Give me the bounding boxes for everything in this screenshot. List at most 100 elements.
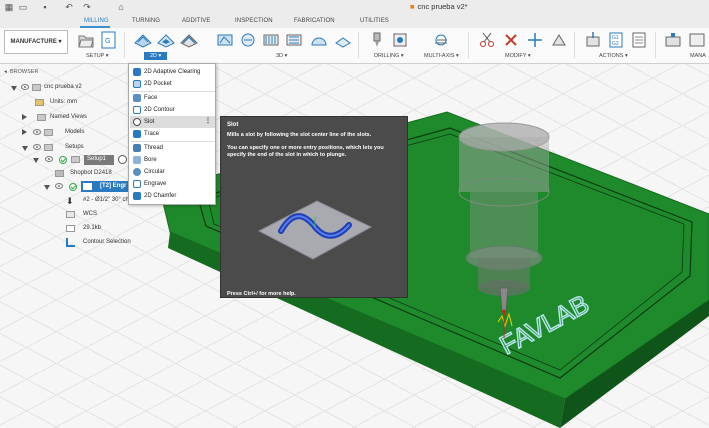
tree-item-label: Units: mm xyxy=(50,99,77,105)
tab-utilities[interactable]: UTILITIES xyxy=(360,18,389,24)
pocket-3d-icon[interactable] xyxy=(239,31,257,49)
expand-chevron-icon[interactable] xyxy=(22,114,27,120)
actions-group-dropdown[interactable]: ACTIONS ▾ xyxy=(599,53,628,59)
contour-3d-icon[interactable] xyxy=(285,31,303,49)
menu-item-2d-contour[interactable]: 2D Contour xyxy=(130,104,215,116)
tree-item-setup1[interactable]: Setup1 xyxy=(0,154,130,166)
pocket-icon xyxy=(133,80,141,88)
flat-3d-icon[interactable] xyxy=(334,31,352,49)
menu-item-slot[interactable]: Slot ⋮ xyxy=(130,116,215,128)
drill-icon[interactable] xyxy=(368,31,386,49)
post-process-icon[interactable]: G1G2 xyxy=(607,31,625,49)
tooltip-detail: You can specify one or more entry positi… xyxy=(227,145,384,158)
quick-access-bar: ▦ ▭ ▪ ↶ ↷ ⌂ ■ cnc prueba v2* xyxy=(0,0,709,14)
tree-item-wcs[interactable]: WCS xyxy=(0,209,120,221)
ribbon-separator xyxy=(358,32,359,58)
drill-hole-icon[interactable] xyxy=(391,31,409,49)
collapse-icon[interactable]: ◂ xyxy=(4,69,7,75)
template-library-icon[interactable] xyxy=(688,31,706,49)
tree-item-units[interactable]: Units: mm xyxy=(0,97,120,109)
scissors-icon[interactable] xyxy=(478,31,496,49)
pattern-icon[interactable] xyxy=(550,31,568,49)
parallel-3d-icon[interactable] xyxy=(262,31,280,49)
visibility-eye-icon[interactable] xyxy=(45,156,53,162)
tree-item-document[interactable]: cnc prueba v2 xyxy=(0,82,120,94)
tree-item-tool[interactable]: ⬇ #2 - Ø1/2" 30° ch xyxy=(0,195,130,207)
menu-item-2d-adaptive-clearing[interactable]: 2D Adaptive Clearing xyxy=(130,66,215,78)
adaptive-3d-icon[interactable] xyxy=(216,31,234,49)
expand-chevron-icon[interactable] xyxy=(22,129,27,135)
simulate-icon[interactable] xyxy=(584,31,602,49)
expand-chevron-icon[interactable] xyxy=(22,146,28,151)
active-setup-icon[interactable] xyxy=(118,155,127,164)
tab-turning[interactable]: TURNING xyxy=(132,18,160,24)
app-grid-icon[interactable]: ▦ xyxy=(4,2,14,12)
units-icon xyxy=(35,99,44,106)
menu-item-label: Engrave xyxy=(144,180,167,187)
tree-item-engrave-op[interactable]: [T2] Engr xyxy=(0,181,130,193)
tab-fabrication[interactable]: FABRICATION xyxy=(294,18,335,24)
tab-milling[interactable]: MILLING xyxy=(84,18,109,24)
tool-library-icon[interactable] xyxy=(664,31,682,49)
expand-chevron-icon[interactable] xyxy=(11,86,17,91)
drilling-group-dropdown[interactable]: DRILLING ▾ xyxy=(374,53,404,59)
expand-chevron-icon[interactable] xyxy=(33,158,39,163)
multiaxis-group-dropdown[interactable]: MULTI-AXIS ▾ xyxy=(424,53,459,59)
adaptive-2d-icon[interactable] xyxy=(134,31,152,49)
menu-item-2d-pocket[interactable]: 2D Pocket xyxy=(130,78,215,90)
visibility-eye-icon[interactable] xyxy=(33,129,41,135)
setup-group-label[interactable]: SETUP ▾ xyxy=(86,53,109,59)
tree-item-label: Setup1 xyxy=(87,156,107,162)
pocket-2d-icon[interactable] xyxy=(157,31,175,49)
setup-sheet-doc-icon[interactable] xyxy=(630,31,648,49)
tree-item-label: WCS xyxy=(83,211,97,217)
menu-item-label: 2D Chamfer xyxy=(144,192,177,199)
tab-inspection[interactable]: INSPECTION xyxy=(235,18,273,24)
menu-item-engrave[interactable]: Engrave xyxy=(130,178,215,190)
tree-item-named-views[interactable]: Named Views xyxy=(0,112,120,124)
folder-icon xyxy=(44,144,53,151)
workspace-switcher[interactable]: MANUFACTURE ▾ xyxy=(4,30,68,54)
more-options-icon[interactable]: ⋮ xyxy=(205,117,211,124)
browser-panel-header[interactable]: ◂ BROWSER xyxy=(0,67,120,79)
visibility-eye-icon[interactable] xyxy=(55,183,63,189)
manage-group-label[interactable]: MANA xyxy=(690,53,706,59)
redo-icon[interactable]: ↷ xyxy=(82,2,92,12)
modify-group-dropdown[interactable]: MODIFY ▾ xyxy=(505,53,531,59)
engrave-op-icon xyxy=(83,183,92,190)
move-icon[interactable] xyxy=(526,31,544,49)
menu-item-bore[interactable]: Bore xyxy=(130,154,215,166)
save-icon[interactable]: ▪ xyxy=(40,2,50,12)
undo-icon[interactable]: ↶ xyxy=(64,2,74,12)
tree-item-machine[interactable]: Shopbot D2418 xyxy=(0,168,120,180)
home-icon[interactable]: ⌂ xyxy=(116,2,126,12)
menu-item-2d-chamfer[interactable]: 2D Chamfer xyxy=(130,190,215,202)
tree-item-setups[interactable]: Setups xyxy=(0,142,120,154)
contour-2d-icon[interactable] xyxy=(180,31,198,49)
tab-additive[interactable]: ADDITIVE xyxy=(182,18,210,24)
visibility-eye-icon[interactable] xyxy=(21,84,29,90)
tree-item-contour-selection[interactable]: Contour Selection xyxy=(0,237,140,249)
expand-chevron-icon[interactable] xyxy=(44,185,50,190)
workspace-label: MANUFACTURE xyxy=(10,39,57,45)
menu-item-face[interactable]: Face xyxy=(130,92,215,104)
scallop-3d-icon[interactable] xyxy=(310,31,328,49)
tree-item-file-size[interactable]: 29.1kb xyxy=(0,223,120,235)
menu-item-circular[interactable]: Circular xyxy=(130,166,215,178)
delete-x-icon[interactable] xyxy=(502,31,520,49)
setup-sheet-icon[interactable]: G xyxy=(100,31,118,49)
multiaxis-icon[interactable] xyxy=(432,31,450,49)
slot-illustration xyxy=(257,200,373,260)
valid-check-icon xyxy=(69,183,77,191)
3d-group-dropdown[interactable]: 3D ▾ xyxy=(276,53,287,59)
setup-folder-icon[interactable] xyxy=(77,31,95,49)
visibility-eye-icon[interactable] xyxy=(33,144,41,150)
tree-item-label: cnc prueba v2 xyxy=(44,84,82,90)
file-icon[interactable]: ▭ xyxy=(18,2,28,12)
2d-group-dropdown[interactable]: 2D ▾ xyxy=(144,52,168,60)
menu-item-thread[interactable]: Thread xyxy=(130,142,215,154)
tree-item-models[interactable]: Models xyxy=(0,127,120,139)
menu-item-trace[interactable]: Trace xyxy=(130,128,215,140)
trace-icon xyxy=(133,130,141,138)
file-icon xyxy=(66,225,75,232)
